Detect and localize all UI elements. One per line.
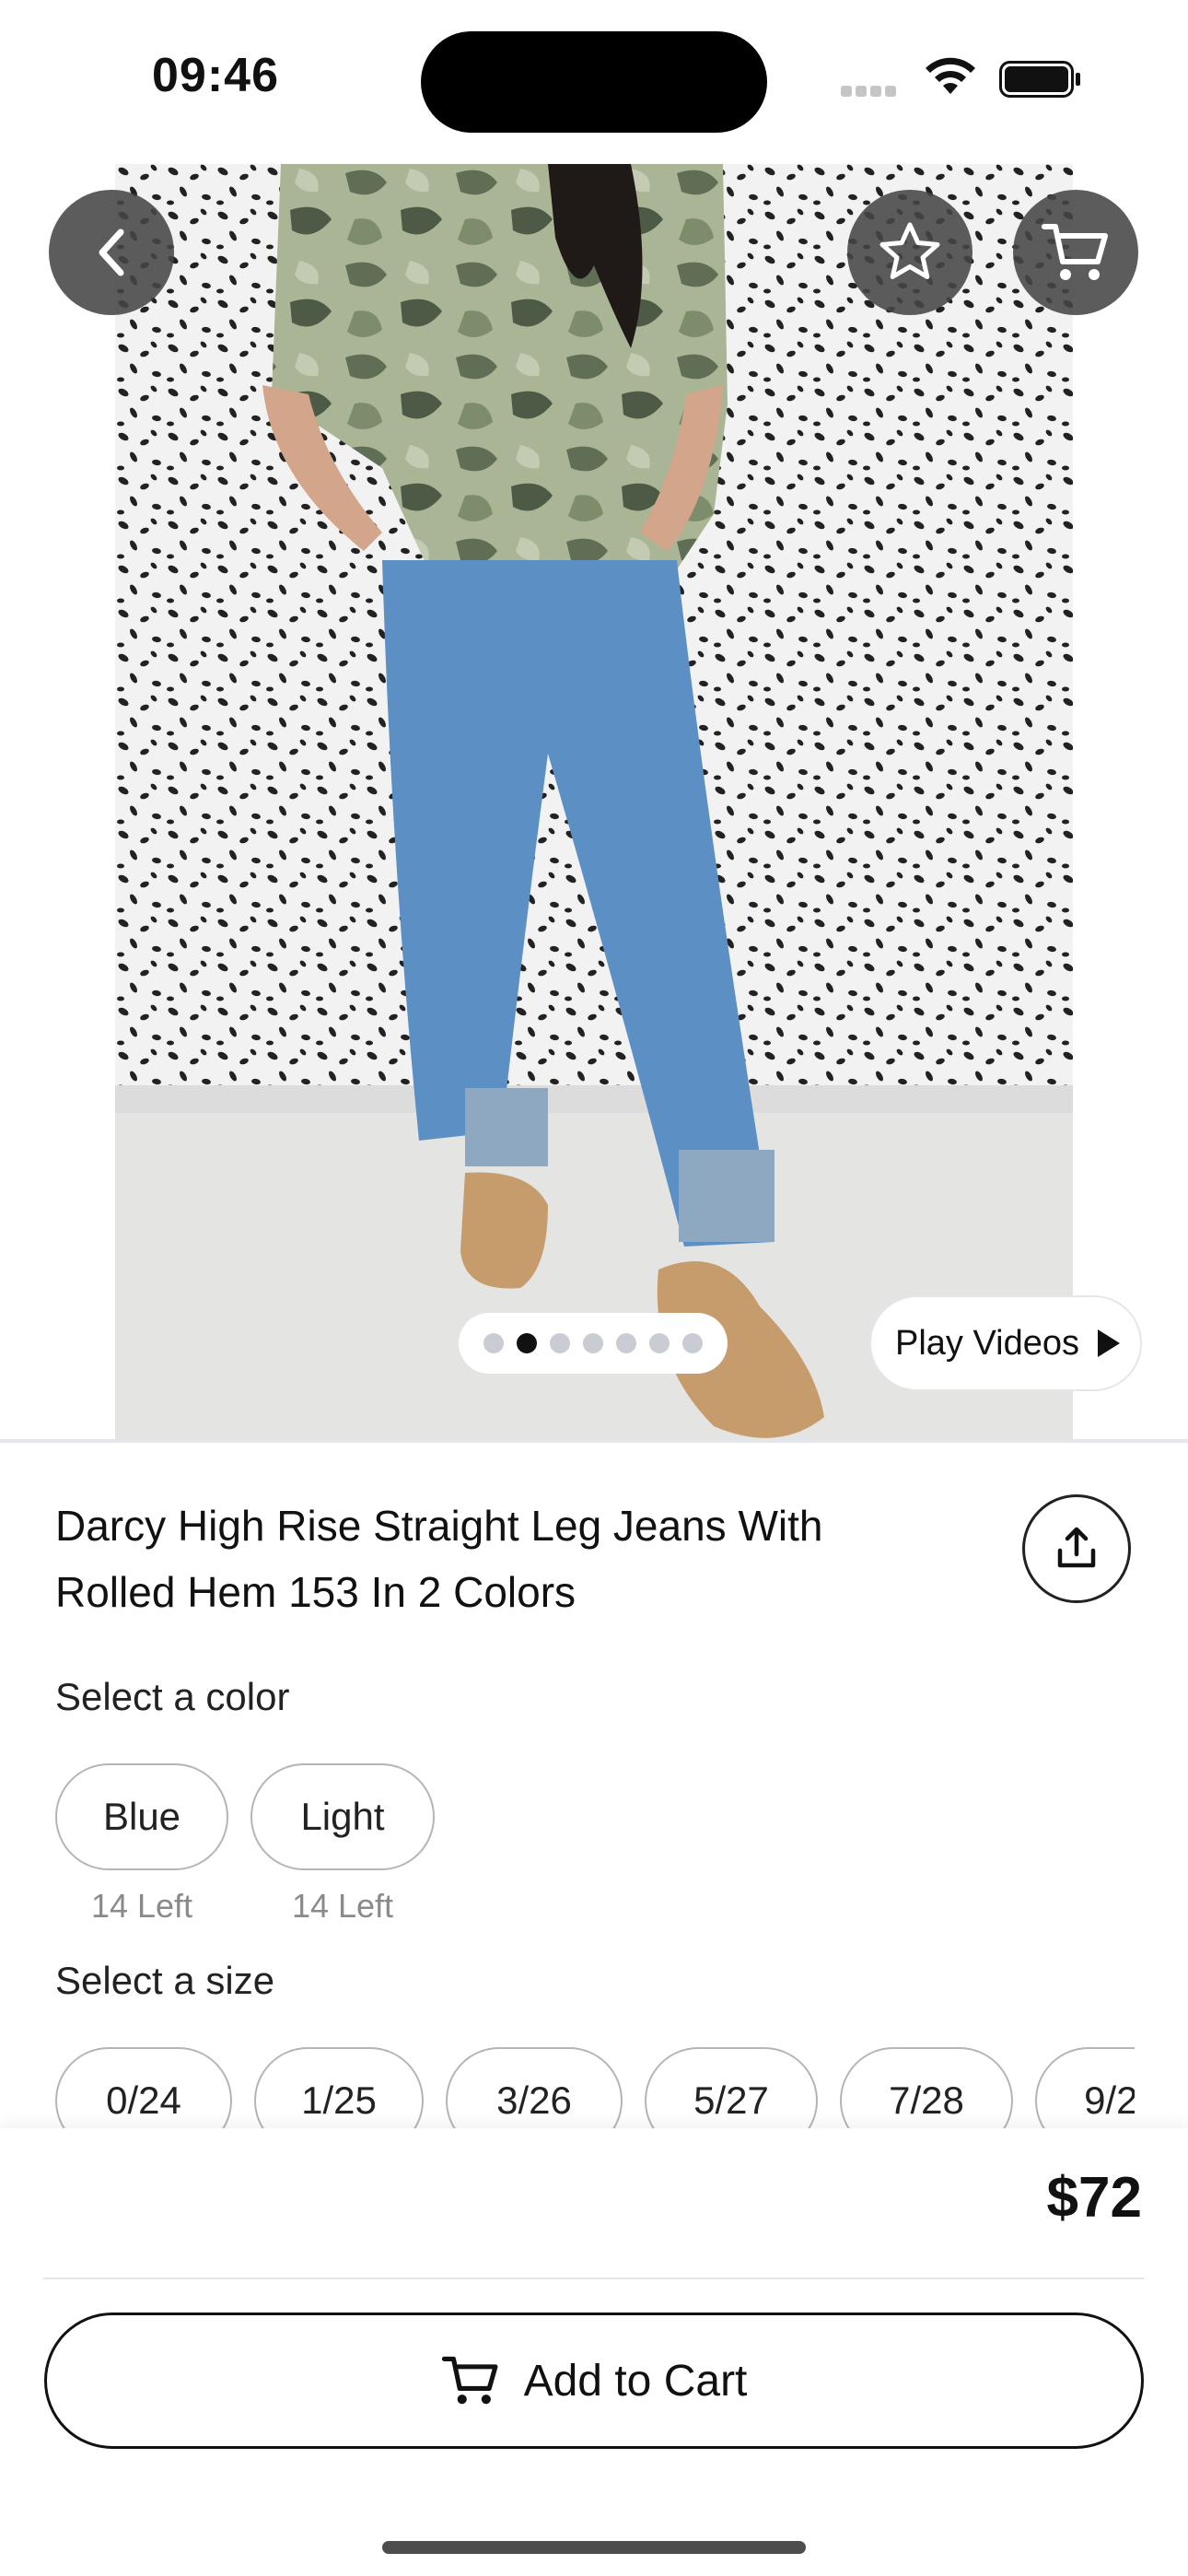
back-button[interactable] (49, 190, 174, 315)
color-section-label: Select a color (55, 1675, 290, 1718)
chevron-left-icon (99, 228, 124, 276)
carousel-dot[interactable] (583, 1333, 603, 1353)
status-bar: 09:46 (0, 0, 1188, 157)
size-option[interactable]: 9/29 (1035, 2047, 1135, 2128)
carousel-dot[interactable] (616, 1333, 636, 1353)
play-icon (1097, 1329, 1120, 1357)
divider (0, 1439, 1188, 1443)
carousel-dot[interactable] (483, 1333, 504, 1353)
product-title: Darcy High Rise Straight Leg Jeans With … (55, 1493, 958, 1625)
carousel-dot-active[interactable] (517, 1333, 537, 1353)
color-stock-count: 14 Left (90, 1887, 193, 1925)
size-section-label: Select a size (55, 1959, 275, 2002)
color-option-light[interactable]: Light (250, 1763, 435, 1870)
battery-icon (999, 61, 1080, 98)
size-options-row[interactable]: 0/24 1/25 3/26 5/27 7/28 9/29 (0, 2047, 1135, 2128)
size-option[interactable]: 3/26 (446, 2047, 623, 2128)
play-videos-button[interactable]: Play Videos (869, 1295, 1142, 1391)
share-button[interactable] (1022, 1494, 1131, 1603)
star-icon (879, 222, 940, 279)
cart-button[interactable] (1013, 190, 1138, 315)
size-option-label: 0/24 (106, 2078, 181, 2122)
product-title-line-1: Darcy High Rise Straight Leg Jeans With (55, 1502, 823, 1550)
product-image-carousel[interactable]: Play Videos (0, 157, 1188, 1443)
dynamic-island (421, 31, 767, 133)
status-time: 09:46 (152, 49, 279, 102)
price: $72 (1046, 2166, 1142, 2230)
product-title-line-2: Rolled Hem 153 In 2 Colors (55, 1568, 577, 1616)
share-icon (1057, 1527, 1096, 1568)
product-photo (115, 164, 1073, 1443)
color-option-label: Blue (102, 1795, 181, 1838)
size-option[interactable]: 0/24 (55, 2047, 232, 2128)
bottom-purchase-bar: $72 Add to Cart (0, 2128, 1188, 2576)
size-option[interactable]: 5/27 (645, 2047, 818, 2128)
shopping-cart-icon (1042, 224, 1108, 280)
carousel-dot[interactable] (682, 1333, 703, 1353)
size-option-label: 5/27 (693, 2078, 769, 2122)
size-option-label: 1/25 (301, 2078, 377, 2122)
size-option[interactable]: 7/28 (840, 2047, 1013, 2128)
size-option-label: 9/29 (1084, 2078, 1135, 2122)
size-option[interactable]: 1/25 (254, 2047, 424, 2128)
favorite-button[interactable] (847, 190, 973, 315)
carousel-dot[interactable] (649, 1333, 670, 1353)
size-option-label: 3/26 (496, 2078, 572, 2122)
divider (43, 2277, 1145, 2279)
cellular-signal-icon (841, 85, 903, 98)
add-to-cart-label: Add to Cart (523, 2356, 748, 2406)
size-option-label: 7/28 (889, 2078, 964, 2122)
shopping-cart-icon (441, 2356, 498, 2405)
home-indicator[interactable] (382, 2541, 806, 2554)
play-videos-label: Play Videos (895, 1323, 1079, 1363)
carousel-page-indicator[interactable] (459, 1313, 728, 1374)
carousel-dot[interactable] (550, 1333, 570, 1353)
color-option-blue[interactable]: Blue (55, 1763, 228, 1870)
color-option-label: Light (300, 1795, 385, 1838)
add-to-cart-button[interactable]: Add to Cart (44, 2313, 1144, 2449)
color-stock-count: 14 Left (291, 1887, 394, 1925)
wifi-icon (926, 57, 975, 94)
